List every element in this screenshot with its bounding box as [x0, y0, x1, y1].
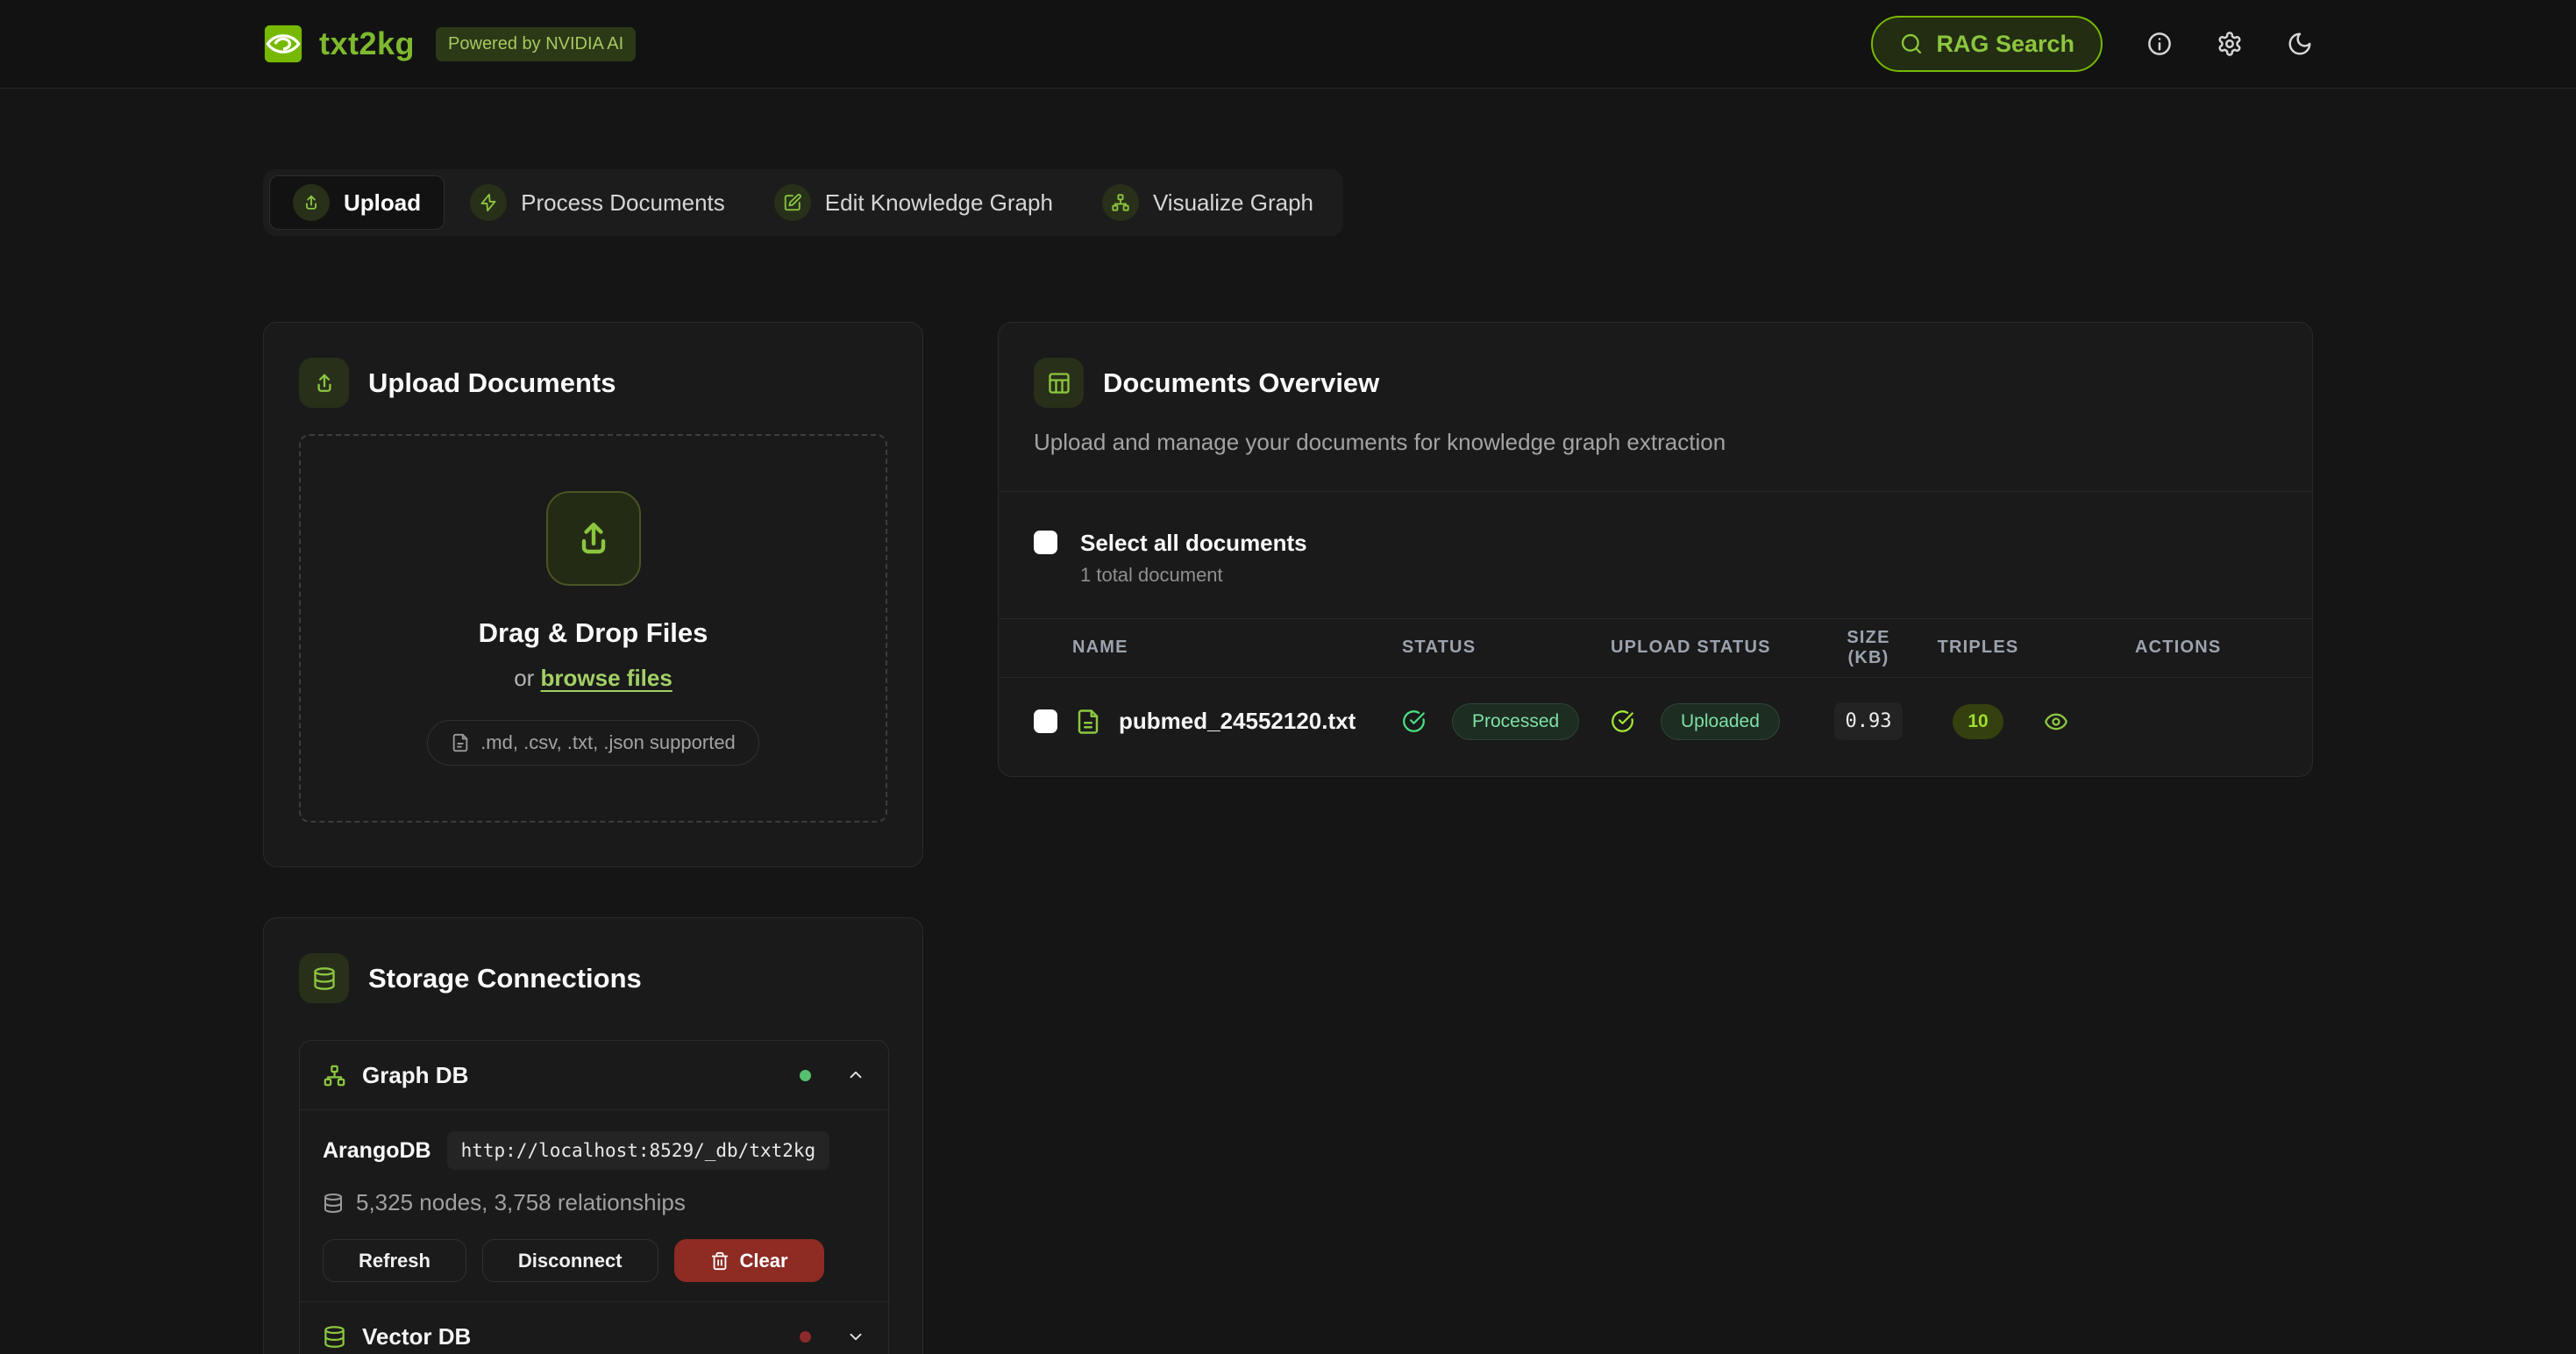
graph-db-stats: 5,325 nodes, 3,758 relationships [356, 1189, 686, 1216]
supported-formats-label: .md, .csv, .txt, .json supported [480, 731, 736, 754]
tab-visualize-graph-label: Visualize Graph [1153, 189, 1313, 217]
column-size-kb: SIZE (KB) [1825, 628, 1912, 668]
tab-upload[interactable]: Upload [269, 175, 445, 230]
disconnect-label: Disconnect [518, 1250, 623, 1272]
graph-db-provider: ArangoDB [323, 1138, 431, 1164]
graph-db-connection-url: http://localhost:8529/_db/txt2kg [447, 1131, 830, 1170]
disconnected-status-dot [800, 1331, 811, 1343]
row-checkbox[interactable] [1034, 709, 1057, 733]
top-bar: txt2kg Powered by NVIDIA AI RAG Search [0, 0, 2576, 89]
file-dropzone[interactable]: Drag & Drop Files or browse files .md, .… [299, 434, 887, 823]
documents-card-subtitle: Upload and manage your documents for kno… [1034, 429, 2277, 491]
tab-edit-knowledge-graph[interactable]: Edit Knowledge Graph [751, 175, 1077, 230]
total-documents-count: 1 total document [1080, 564, 1307, 587]
table-header: NAME STATUS UPLOAD STATUS SIZE (KB) TRIP… [999, 618, 2312, 678]
search-icon [1899, 32, 1924, 56]
rag-search-label: RAG Search [1936, 31, 2074, 58]
app-root: txt2kg Powered by NVIDIA AI RAG Search [0, 0, 2576, 1354]
powered-badge: Powered by NVIDIA AI [436, 27, 636, 61]
app-title: txt2kg [319, 25, 415, 62]
tab-process-documents-label: Process Documents [521, 189, 725, 217]
column-status: STATUS [1402, 638, 1611, 658]
status-badge: Processed [1452, 703, 1579, 740]
clear-button[interactable]: Clear [674, 1239, 824, 1282]
documents-card-title: Documents Overview [1103, 367, 1379, 399]
tab-visualize-graph[interactable]: Visualize Graph [1078, 175, 1337, 230]
rag-search-button[interactable]: RAG Search [1871, 16, 2103, 72]
chevron-up-icon [846, 1065, 865, 1085]
upload-icon [293, 184, 330, 221]
graph-network-icon [323, 1064, 346, 1087]
select-all-label: Select all documents [1080, 531, 1307, 557]
dropzone-subtitle: or browse files [514, 665, 672, 692]
circle-check-icon [1611, 709, 1634, 733]
file-text-icon [1075, 709, 1101, 735]
tab-upload-label: Upload [344, 189, 421, 217]
graph-db-section-toggle[interactable]: Graph DB [300, 1041, 888, 1109]
chevron-down-icon [846, 1327, 865, 1346]
select-all-row: Select all documents 1 total document [999, 492, 2312, 618]
storage-panel: Graph DB ArangoDB http://localhost:8529/… [299, 1040, 889, 1354]
dark-mode-moon-icon[interactable] [2287, 31, 2313, 57]
database-icon [323, 1325, 346, 1349]
connected-status-dot [800, 1070, 811, 1081]
select-all-checkbox[interactable] [1034, 531, 1057, 554]
upload-icon [546, 491, 641, 586]
database-icon [299, 953, 349, 1003]
refresh-button[interactable]: Refresh [323, 1239, 466, 1282]
column-name: NAME [1034, 638, 1402, 658]
database-icon [323, 1193, 344, 1214]
tab-process-documents[interactable]: Process Documents [446, 175, 749, 230]
column-actions: ACTIONS [2044, 638, 2277, 658]
graph-network-icon [1102, 184, 1139, 221]
logo-group: txt2kg Powered by NVIDIA AI [263, 24, 636, 64]
circle-check-icon [1402, 709, 1426, 733]
vector-db-label: Vector DB [362, 1323, 800, 1350]
upload-card-title: Upload Documents [368, 367, 616, 399]
refresh-label: Refresh [359, 1250, 431, 1272]
file-icon [451, 733, 470, 752]
or-text: or [514, 665, 540, 691]
storage-card-title: Storage Connections [368, 963, 642, 994]
vector-db-section-toggle[interactable]: Vector DB [300, 1302, 888, 1354]
documents-overview-card: Documents Overview Upload and manage you… [998, 322, 2313, 777]
top-bar-actions: RAG Search [1871, 16, 2313, 72]
info-icon[interactable] [2146, 31, 2173, 57]
table-icon [1034, 358, 1084, 408]
dropzone-title: Drag & Drop Files [479, 617, 708, 649]
settings-gear-icon[interactable] [2217, 31, 2243, 57]
table-row: pubmed_24552120.txt Processed Uploaded 0… [999, 678, 2312, 766]
trash-icon [710, 1251, 729, 1271]
storage-connections-card: Storage Connections Graph DB ArangoDB ht… [263, 917, 923, 1354]
upload-status-badge: Uploaded [1661, 703, 1780, 740]
upload-documents-card: Upload Documents Drag & Drop Files or br… [263, 322, 923, 867]
tab-edit-knowledge-graph-label: Edit Knowledge Graph [825, 189, 1053, 217]
main-tabs: Upload Process Documents Edit Knowledge … [263, 169, 1343, 236]
disconnect-button[interactable]: Disconnect [482, 1239, 658, 1282]
browse-files-link[interactable]: browse files [541, 665, 672, 691]
view-document-eye-icon[interactable] [2044, 709, 2068, 734]
size-kb-value: 0.93 [1834, 702, 1904, 740]
graph-db-label: Graph DB [362, 1062, 800, 1089]
supported-formats-pill: .md, .csv, .txt, .json supported [427, 720, 759, 766]
upload-icon [299, 358, 349, 408]
edit-pen-icon [774, 184, 811, 221]
triples-count-badge: 10 [1953, 704, 2003, 739]
document-name: pubmed_24552120.txt [1119, 708, 1356, 735]
zap-icon [470, 184, 507, 221]
clear-label: Clear [740, 1250, 788, 1272]
nvidia-logo-icon [263, 24, 303, 64]
column-triples: TRIPLES [1912, 638, 2044, 658]
column-upload-status: UPLOAD STATUS [1611, 638, 1825, 658]
